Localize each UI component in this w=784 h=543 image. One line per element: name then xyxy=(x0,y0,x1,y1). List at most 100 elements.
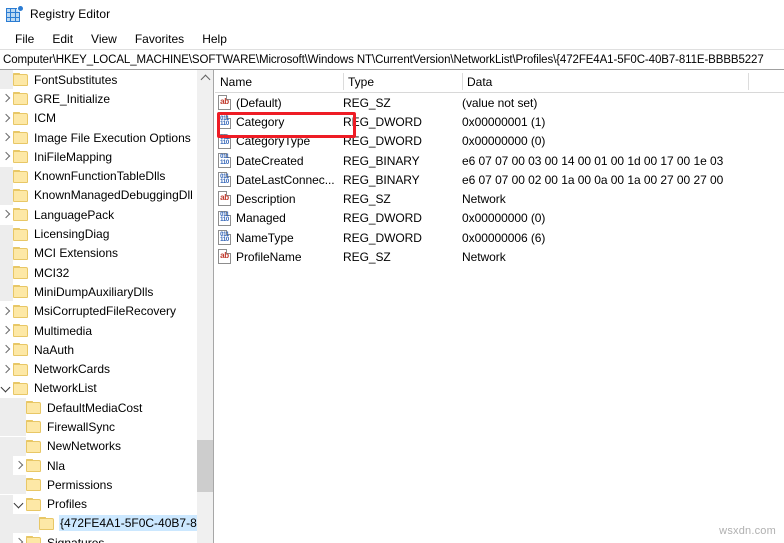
tree-leaf-guide xyxy=(0,225,13,244)
cell-data: 0x00000000 (0) xyxy=(462,209,545,228)
table-row[interactable]: 011110CategoryTypeREG_DWORD0x00000000 (0… xyxy=(215,132,784,151)
registry-values-pane[interactable]: Name Type Data ab(Default)REG_SZ(value n… xyxy=(215,70,784,543)
chevron-right-icon[interactable] xyxy=(13,533,26,543)
tree-item-inifilemapping[interactable]: IniFileMapping xyxy=(0,147,197,166)
chevron-right-icon[interactable] xyxy=(0,147,13,166)
folder-icon xyxy=(13,208,28,221)
folder-icon xyxy=(13,189,28,202)
tree-leaf-guide xyxy=(0,167,13,186)
tree-item-mci32[interactable]: MCI32 xyxy=(0,263,197,282)
column-header-type[interactable]: Type xyxy=(343,70,462,93)
menu-item-favorites[interactable]: Favorites xyxy=(126,30,193,48)
chevron-right-icon[interactable] xyxy=(0,109,13,128)
tree-item-nla[interactable]: Nla xyxy=(0,456,197,475)
menu-bar: File Edit View Favorites Help xyxy=(0,28,784,49)
tree-item-mci-extensions[interactable]: MCI Extensions xyxy=(0,244,197,263)
tree-item-defaultmediacost[interactable]: DefaultMediaCost xyxy=(0,398,197,417)
table-row[interactable]: abDescriptionREG_SZNetwork xyxy=(215,189,784,208)
folder-icon xyxy=(13,73,28,86)
tree-item-label: MCI Extensions xyxy=(33,245,121,261)
column-header-name[interactable]: Name xyxy=(215,70,343,93)
tree-item-label: Image File Execution Options xyxy=(33,130,194,146)
folder-icon xyxy=(26,498,41,511)
tree-item-networklist[interactable]: NetworkList xyxy=(0,379,197,398)
table-row[interactable]: 011110DateCreatedREG_BINARYe6 07 07 00 0… xyxy=(215,151,784,170)
menu-item-view[interactable]: View xyxy=(82,30,126,48)
tree-leaf-guide xyxy=(13,417,26,436)
tree-item-firewallsync[interactable]: FirewallSync xyxy=(0,417,197,436)
tree-item-signatures[interactable]: Signatures xyxy=(0,533,197,543)
chevron-right-icon[interactable] xyxy=(0,321,13,340)
tree-item-label: NetworkList xyxy=(33,380,100,396)
menu-item-file[interactable]: File xyxy=(6,30,43,48)
tree-item-knownfunctiontabledlls[interactable]: KnownFunctionTableDlls xyxy=(0,166,197,185)
column-header-data[interactable]: Data xyxy=(462,70,748,93)
tree-vertical-scrollbar[interactable] xyxy=(197,70,214,543)
chevron-right-icon[interactable] xyxy=(0,128,13,147)
table-row[interactable]: 011110CategoryREG_DWORD0x00000001 (1) xyxy=(215,112,784,131)
cell-name: NameType xyxy=(236,228,294,247)
tree-item-fontsubstitutes[interactable]: FontSubstitutes xyxy=(0,70,197,89)
tree-item-label: Signatures xyxy=(46,535,107,543)
string-value-icon: ab xyxy=(218,249,232,264)
table-row[interactable]: 011110DateLastConnec...REG_BINARYe6 07 0… xyxy=(215,170,784,189)
cell-data: Network xyxy=(462,189,506,208)
list-column-headers: Name Type Data xyxy=(215,70,784,93)
chevron-right-icon[interactable] xyxy=(0,89,13,108)
scroll-up-arrow-icon[interactable] xyxy=(197,70,213,87)
dword-value-icon: 011110 xyxy=(218,172,232,187)
table-row[interactable]: abProfileNameREG_SZNetwork xyxy=(215,247,784,266)
address-bar[interactable]: Computer\HKEY_LOCAL_MACHINE\SOFTWARE\Mic… xyxy=(0,49,784,70)
cell-type: REG_BINARY xyxy=(343,151,420,170)
tree-item-label: GRE_Initialize xyxy=(33,91,113,107)
registry-tree-pane[interactable]: FontSubstitutes GRE_Initialize ICM Image Fi… xyxy=(0,70,197,543)
tree-indent-guide xyxy=(0,514,13,533)
chevron-down-icon[interactable] xyxy=(13,495,26,514)
tree-item-icm[interactable]: ICM xyxy=(0,109,197,128)
chevron-right-icon[interactable] xyxy=(0,340,13,359)
table-row[interactable]: 011110ManagedREG_DWORD0x00000000 (0) xyxy=(215,209,784,228)
tree-item-label: NetworkCards xyxy=(33,361,113,377)
tree-item-profiles[interactable]: Profiles xyxy=(0,495,197,514)
tree-leaf-guide xyxy=(13,475,26,494)
folder-icon xyxy=(26,420,41,433)
tree-item-licensingdiag[interactable]: LicensingDiag xyxy=(0,224,197,243)
tree-item-naauth[interactable]: NaAuth xyxy=(0,340,197,359)
folder-icon xyxy=(26,401,41,414)
chevron-right-icon[interactable] xyxy=(0,205,13,224)
chevron-right-icon[interactable] xyxy=(0,360,13,379)
menu-item-help[interactable]: Help xyxy=(193,30,236,48)
tree-item-minidumpauxiliarydlls[interactable]: MiniDumpAuxiliaryDlls xyxy=(0,282,197,301)
cell-name: DateLastConnec... xyxy=(236,170,335,189)
chevron-right-icon[interactable] xyxy=(0,302,13,321)
chevron-down-icon[interactable] xyxy=(0,379,13,398)
scrollbar-thumb[interactable] xyxy=(197,440,213,492)
tree-item-msicorruptedfilerecovery[interactable]: MsiCorruptedFileRecovery xyxy=(0,302,197,321)
folder-icon xyxy=(13,324,28,337)
tree-item-label: KnownFunctionTableDlls xyxy=(33,168,168,184)
tree-item-languagepack[interactable]: LanguagePack xyxy=(0,205,197,224)
tree-item-gre-initialize[interactable]: GRE_Initialize xyxy=(0,89,197,108)
folder-icon xyxy=(39,517,54,530)
tree-item-472fe4a1-5f0c-40b7-8[interactable]: {472FE4A1-5F0C-40B7-8 xyxy=(0,514,197,533)
tree-item-multimedia[interactable]: Multimedia xyxy=(0,321,197,340)
tree-item-networkcards[interactable]: NetworkCards xyxy=(0,359,197,378)
menu-item-edit[interactable]: Edit xyxy=(43,30,82,48)
table-row[interactable]: ab(Default)REG_SZ(value not set) xyxy=(215,93,784,112)
table-row[interactable]: 011110NameTypeREG_DWORD0x00000006 (6) xyxy=(215,228,784,247)
tree-item-label: FontSubstitutes xyxy=(33,72,120,88)
tree-item-permissions[interactable]: Permissions xyxy=(0,475,197,494)
tree-item-knownmanageddebuggingdll[interactable]: KnownManagedDebuggingDll xyxy=(0,186,197,205)
tree-item-label: KnownManagedDebuggingDll xyxy=(33,187,196,203)
tree-item-label: NaAuth xyxy=(33,342,77,358)
tree-item-label: LanguagePack xyxy=(33,207,117,223)
cell-type: REG_SZ xyxy=(343,247,391,266)
tree-item-image-file-execution-options[interactable]: Image File Execution Options xyxy=(0,128,197,147)
tree-item-label: {472FE4A1-5F0C-40B7-8 xyxy=(59,515,197,531)
folder-icon xyxy=(26,459,41,472)
tree-item-newnetworks[interactable]: NewNetworks xyxy=(0,437,197,456)
chevron-right-icon[interactable] xyxy=(13,456,26,475)
column-divider-3[interactable] xyxy=(748,73,749,90)
tree-leaf-guide xyxy=(0,70,13,89)
tree-indent-guide xyxy=(0,475,13,494)
